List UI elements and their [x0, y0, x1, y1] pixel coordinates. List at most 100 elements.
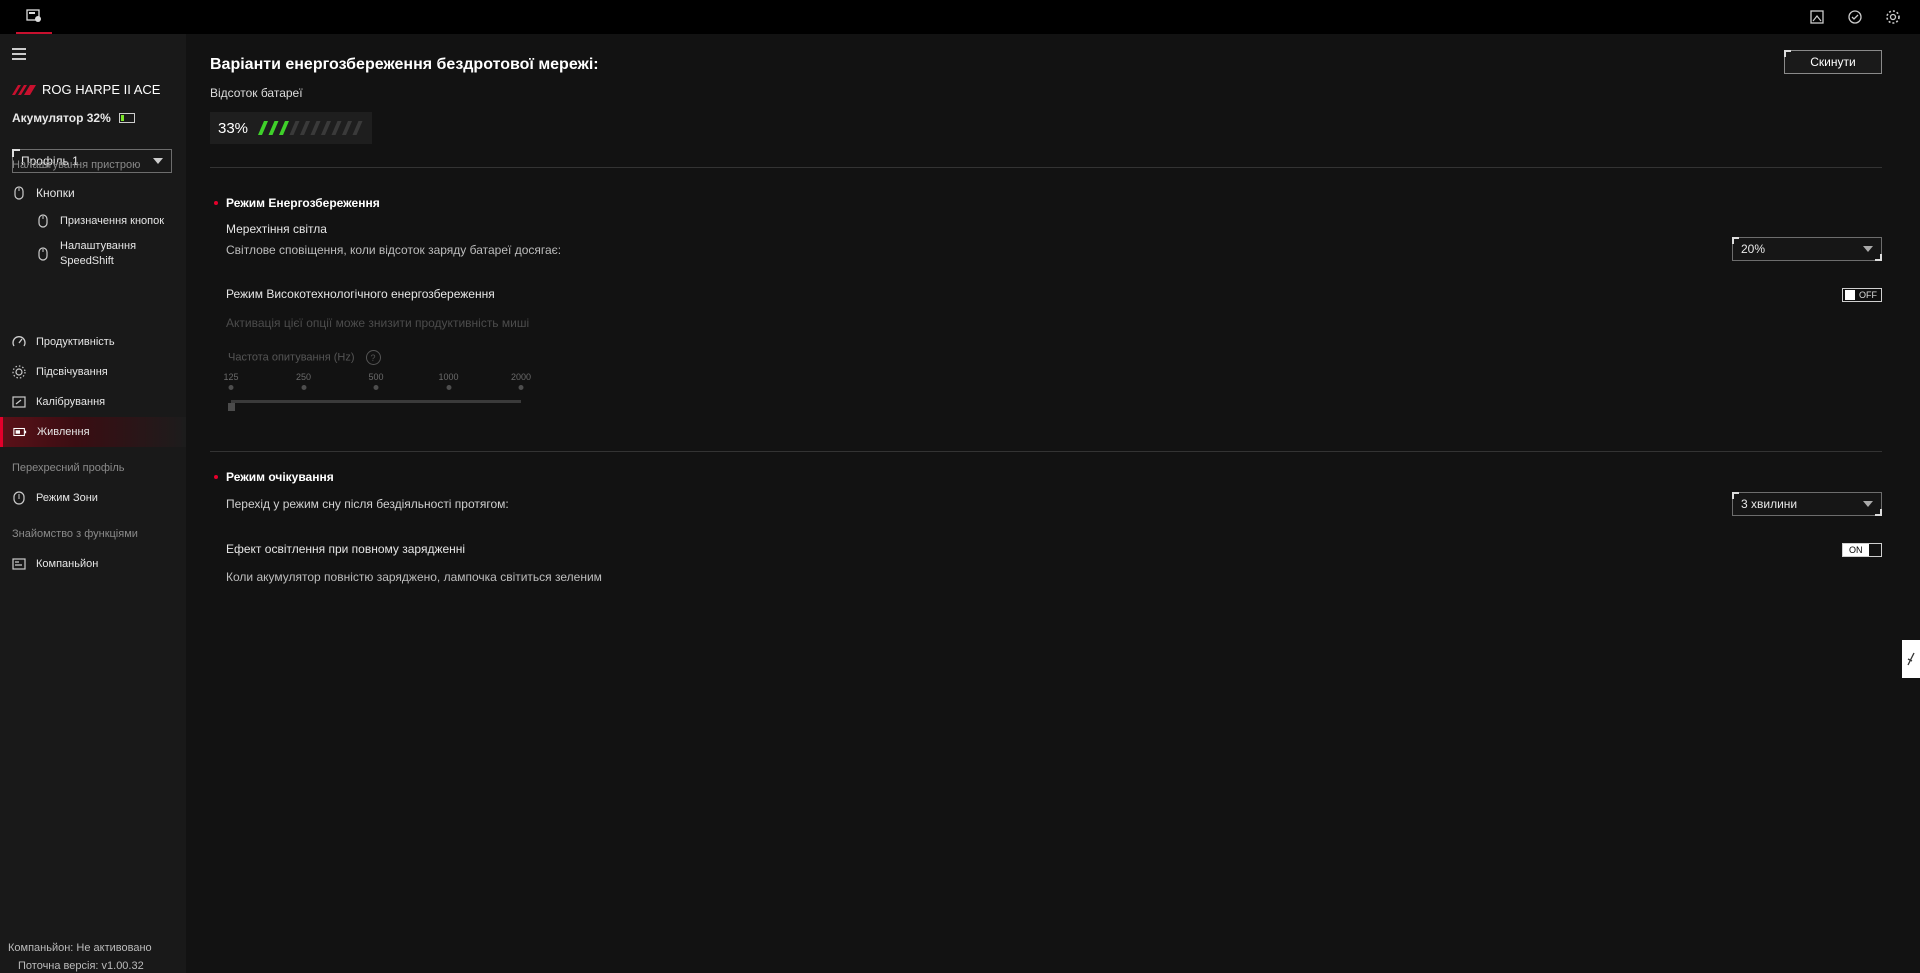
sidebar-item-label: Кнопки: [36, 186, 75, 200]
sun-icon: [12, 365, 26, 379]
companion-icon: [12, 557, 26, 571]
calibration-icon: [12, 395, 26, 409]
polling-tick-dot[interactable]: [518, 385, 524, 390]
battery-segment-empty: [342, 121, 353, 135]
gauge-icon: [12, 335, 26, 349]
sidebar-item-power[interactable]: Живлення: [0, 417, 186, 447]
bullet-dot: [214, 475, 218, 479]
battery-status: Акумулятор 32%: [12, 111, 135, 125]
battery-segment-empty: [321, 121, 332, 135]
device-tab[interactable]: [16, 0, 52, 34]
zone-mouse-icon: [12, 491, 26, 505]
polling-rate-text: Частота опитування (Hz): [228, 351, 355, 364]
light-flicker-desc: Світлове сповіщення, коли відсоток заряд…: [226, 243, 562, 257]
speedshift-label-line1: Налаштування: [60, 240, 137, 252]
app-version: Поточна версія: v1.00.32: [18, 960, 144, 972]
polling-rate-slider[interactable]: 125 250 500 1000 2000: [223, 372, 546, 432]
gallery-icon[interactable]: [1808, 8, 1826, 26]
hitech-power-saving-toggle[interactable]: OFF: [1842, 288, 1882, 302]
battery-segment-empty: [310, 121, 321, 135]
settings-icon[interactable]: [1884, 8, 1902, 26]
sidebar-item-lighting[interactable]: Підсвічування: [0, 362, 186, 382]
device-name: ROG HARPE II ACE: [42, 82, 161, 97]
battery-icon: [13, 425, 27, 439]
slider-track: [231, 400, 521, 403]
flicker-threshold-dropdown[interactable]: 20%: [1732, 237, 1882, 261]
chevron-down-icon: [153, 158, 163, 164]
main-content: Варіанти енергозбереження бездротової ме…: [186, 34, 1920, 973]
rog-logo-icon: [12, 84, 36, 95]
section-feature-intro: Знайомство з функціями: [12, 528, 138, 540]
dropdown-value: 3 хвилини: [1741, 497, 1798, 511]
polling-tick-dot[interactable]: [446, 385, 451, 390]
sync-icon[interactable]: [1846, 8, 1864, 26]
polling-tick-dot[interactable]: [373, 385, 379, 390]
sidebar-item-label: Підсвічування: [36, 366, 108, 378]
reset-button[interactable]: Скинути: [1784, 50, 1882, 74]
battery-segment-empty: [352, 121, 363, 135]
sleep-after-label: Перехід у режим сну після бездіяльності …: [226, 497, 509, 511]
polling-tick-label: 125: [223, 372, 239, 382]
mouse-device-icon: [26, 9, 41, 22]
battery-value: 33%: [218, 119, 249, 137]
full-charge-desc: Коли акумулятор повністю заряджено, ламп…: [226, 570, 602, 584]
sidebar-item-label: Продуктивність: [36, 336, 115, 348]
chevron-down-icon: [1863, 246, 1873, 252]
battery-segment-filled: [258, 121, 269, 135]
hitech-power-saving-label: Режим Високотехнологічного енергозбереже…: [226, 287, 495, 301]
battery-segment-empty: [331, 121, 342, 135]
section-device-settings: Налаштування пристрою: [12, 159, 141, 171]
divider: [210, 451, 1882, 452]
battery-segment-filled: [279, 121, 290, 135]
speedshift-label-line2: SpeedShift: [60, 255, 114, 267]
polling-tick-label: 500: [368, 372, 384, 382]
companion-status: Компаньйон: Не активовано: [8, 942, 152, 954]
device-header: ROG HARPE II ACE: [12, 82, 160, 97]
sidebar-item-performance[interactable]: Продуктивність: [0, 332, 186, 352]
side-panel-handle[interactable]: [1902, 640, 1920, 678]
full-charge-effect-label: Ефект освітлення при повному зарядженні: [226, 542, 466, 556]
divider: [210, 167, 1882, 168]
sidebar-item-companion[interactable]: Компаньйон: [0, 554, 186, 574]
mouse-icon: [12, 186, 26, 200]
sidebar-item-label: Режим Зони: [36, 492, 98, 504]
battery-icon: [118, 113, 135, 123]
sidebar-item-buttons[interactable]: Кнопки: [0, 182, 186, 204]
hitech-warning: Активація цієї опції може знизити продук…: [226, 316, 530, 330]
section-crossover-profile: Перехресний профіль: [12, 462, 125, 474]
slider-thumb[interactable]: [228, 403, 235, 411]
help-icon[interactable]: ?: [365, 350, 381, 365]
sidebar-item-speedshift[interactable]: Налаштування SpeedShift: [0, 238, 186, 270]
sidebar-item-label: Призначення кнопок: [60, 215, 165, 227]
page-title: Варіанти енергозбереження бездротової ме…: [210, 56, 599, 73]
polling-tick-dot[interactable]: [228, 385, 234, 390]
sidebar-item-button-assignment[interactable]: Призначення кнопок: [0, 210, 186, 232]
polling-tick-label: 250: [295, 372, 312, 382]
mouse-icon: [36, 214, 50, 228]
battery-segment-empty: [289, 121, 300, 135]
sidebar-item-label: Калібрування: [36, 396, 106, 408]
bullet-dot: [214, 201, 218, 205]
sidebar-item-label: Компаньйон: [36, 558, 99, 570]
standby-heading: Режим очікування: [214, 470, 334, 484]
sleep-timer-dropdown[interactable]: 3 хвилини: [1732, 492, 1882, 516]
battery-level-bar: [258, 121, 363, 135]
toggle-knob: [1845, 290, 1855, 300]
title-bar: [0, 0, 1920, 34]
arrow-icon: [1907, 652, 1915, 666]
power-saving-heading: Режим Енергозбереження: [214, 196, 380, 210]
battery-percent-label: Відсоток батареї: [210, 86, 303, 100]
polling-rate-label: Частота опитування (Hz) ?: [228, 350, 381, 365]
section-title: Режим очікування: [226, 470, 334, 484]
polling-tick-dot[interactable]: [301, 385, 306, 390]
chevron-down-icon: [1863, 501, 1873, 507]
polling-tick-label: 1000: [438, 372, 459, 382]
sidebar-item-calibration[interactable]: Калібрування: [0, 392, 186, 412]
menu-icon[interactable]: [12, 48, 26, 60]
sidebar: ROG HARPE II ACE Акумулятор 32% Профіль …: [0, 34, 187, 973]
battery-segment-filled: [268, 121, 279, 135]
sidebar-item-zone-mode[interactable]: Режим Зони: [0, 488, 186, 508]
dropdown-value: 20%: [1741, 242, 1766, 256]
sidebar-item-label: Живлення: [37, 426, 90, 438]
full-charge-effect-toggle[interactable]: ON: [1842, 543, 1882, 557]
